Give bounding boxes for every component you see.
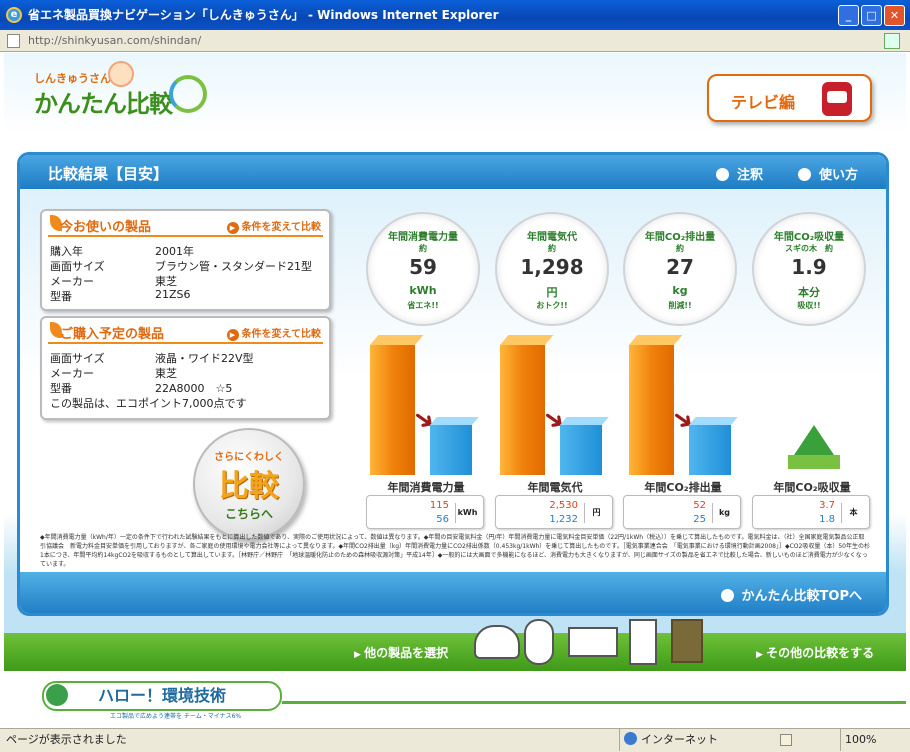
address-url[interactable]: http://shinkyusan.com/shindan/ <box>28 34 201 47</box>
notes-link[interactable]: 注釈 <box>716 164 763 183</box>
stat-circle: 年間電気代約 1,298 円おトク!! <box>495 212 609 326</box>
close-button[interactable]: ✕ <box>884 5 905 26</box>
hello-banner[interactable]: ハロー！環境技術 エコ製品で広めよう連帯を チーム・マイナス6% <box>4 671 906 728</box>
address-bar[interactable]: http://shinkyusan.com/shindan/ <box>0 30 910 52</box>
info-row: 画面サイズ ブラウン管・スタンダード21型 <box>50 260 312 273</box>
grass-icon <box>788 455 840 469</box>
panel-title: 比較結果【目安】 <box>48 165 169 183</box>
planned-product-card: ご購入予定の製品 条件を変えて比較 画面サイズ液晶・ワイド22V型 メーカー東芝… <box>40 316 331 420</box>
value-box: 3.7 1.8 本 <box>752 495 870 529</box>
window-titlebar: e 省エネ製品買換ナビゲーション「しんきゅうさん」 - Windows Inte… <box>0 0 910 30</box>
page-icon <box>7 34 20 48</box>
zoom-control[interactable]: 100% <box>840 729 876 751</box>
old-bar <box>500 345 545 475</box>
info-row: メーカー 東芝 <box>50 367 177 380</box>
wave-line <box>282 701 906 704</box>
new-bar <box>560 425 602 475</box>
current-product-title: 今お使いの製品 <box>60 220 152 235</box>
current-product-card: 今お使いの製品 条件を変えて比較 購入年2001年 画面サイズブラウン管・スタン… <box>40 209 331 311</box>
info-row: メーカー 東芝 <box>50 275 177 288</box>
bar-label: 年間CO₂吸収量 <box>773 481 851 494</box>
howto-link[interactable]: 使い方 <box>798 164 858 183</box>
bar-label: 年間電気代 <box>527 481 583 494</box>
results-panel: 比較結果【目安】 注釈 使い方 今お使いの製品 条件を変えて比較 購入年2001… <box>17 152 889 616</box>
old-bar <box>629 345 674 475</box>
ie-icon: e <box>6 7 22 23</box>
fridge-character-icon <box>474 625 520 659</box>
tv-robot-icon <box>822 82 852 116</box>
rss-icon[interactable] <box>884 33 900 49</box>
bar-label: 年間CO₂排出量 <box>644 481 722 494</box>
stat-circle: 年間CO₂排出量約 27 kg 削減!! <box>623 212 737 326</box>
tv-category-label: テレビ編 <box>731 93 796 112</box>
new-bar <box>430 425 472 475</box>
new-bar <box>689 425 731 475</box>
zone-indicator: インターネット <box>619 729 718 751</box>
stat-circle: 年間消費電力量約 59 kWh 省エネ!! <box>366 212 480 326</box>
info-row: 画面サイズ 液晶・ワイド22V型 <box>50 352 254 365</box>
page-content: しんきゅうさんの かんたん比較 テレビ編 比較結果【目安】 注釈 使い方 今お使… <box>4 53 906 728</box>
site-logo[interactable]: かんたん比較 <box>34 84 173 119</box>
planned-product-title: ご購入予定の製品 <box>60 327 165 342</box>
maximize-button[interactable]: □ <box>861 5 882 26</box>
stat-circle: 年間CO₂吸収量 スギの木 約 1.9 本分 吸収!! <box>752 212 866 326</box>
hello-subtitle: エコ製品で広めよう連帯を チーム・マイナス6% <box>110 713 242 720</box>
status-bar: ページが表示されました インターネット 100% <box>0 728 910 752</box>
tv-category-button[interactable]: テレビ編 <box>707 74 872 122</box>
value-box: 2,530 1,232 円 <box>495 495 613 529</box>
status-text: ページが表示されました <box>6 733 127 746</box>
minimize-button[interactable]: _ <box>838 5 859 26</box>
planned-change-link[interactable]: 条件を変えて比較 <box>227 325 322 341</box>
other-compare-link[interactable]: その他の比較をする <box>756 644 874 661</box>
tv-character-icon <box>671 619 703 663</box>
aircon-character-icon <box>568 627 618 657</box>
panel-header: 比較結果【目安】 注釈 使い方 <box>20 155 886 189</box>
old-bar <box>370 345 415 475</box>
current-change-link[interactable]: 条件を変えて比較 <box>227 218 322 234</box>
character-icon <box>524 619 554 665</box>
window-title: 省エネ製品買換ナビゲーション「しんきゅうさん」 - Windows Intern… <box>28 8 499 22</box>
detailed-compare-button[interactable]: さらにくわしく 比較 こちらへ <box>193 428 305 540</box>
protected-mode-icon[interactable] <box>780 734 792 746</box>
tree-icon <box>794 425 834 455</box>
eco-point-text: この製品は、エコポイント7,000点です <box>50 397 247 410</box>
info-row: 型番 22A8000 ☆5 <box>50 382 233 395</box>
bar-label: 年間消費電力量 <box>387 481 465 494</box>
value-box: 52 25 kg <box>623 495 741 529</box>
footnote: ◆年間消費電力量（kWh/年）一定の条件下で行われた試験結果をもとに算出した数値… <box>40 534 870 568</box>
info-row: 型番 21ZS6 <box>50 288 191 303</box>
recycle-leaf-icon <box>169 75 207 113</box>
green-nav-bar: 他の製品を選択 その他の比較をする <box>4 633 906 671</box>
hello-title: ハロー！環境技術 <box>42 681 282 711</box>
info-row: 購入年 2001年 <box>50 245 194 258</box>
panel-footer: かんたん比較TOPへ <box>20 572 886 613</box>
value-box: 115 56 kWh <box>366 495 484 529</box>
top-link[interactable]: かんたん比較TOPへ <box>721 585 862 604</box>
other-product-link[interactable]: 他の製品を選択 <box>354 644 448 661</box>
character-icon <box>629 619 657 665</box>
